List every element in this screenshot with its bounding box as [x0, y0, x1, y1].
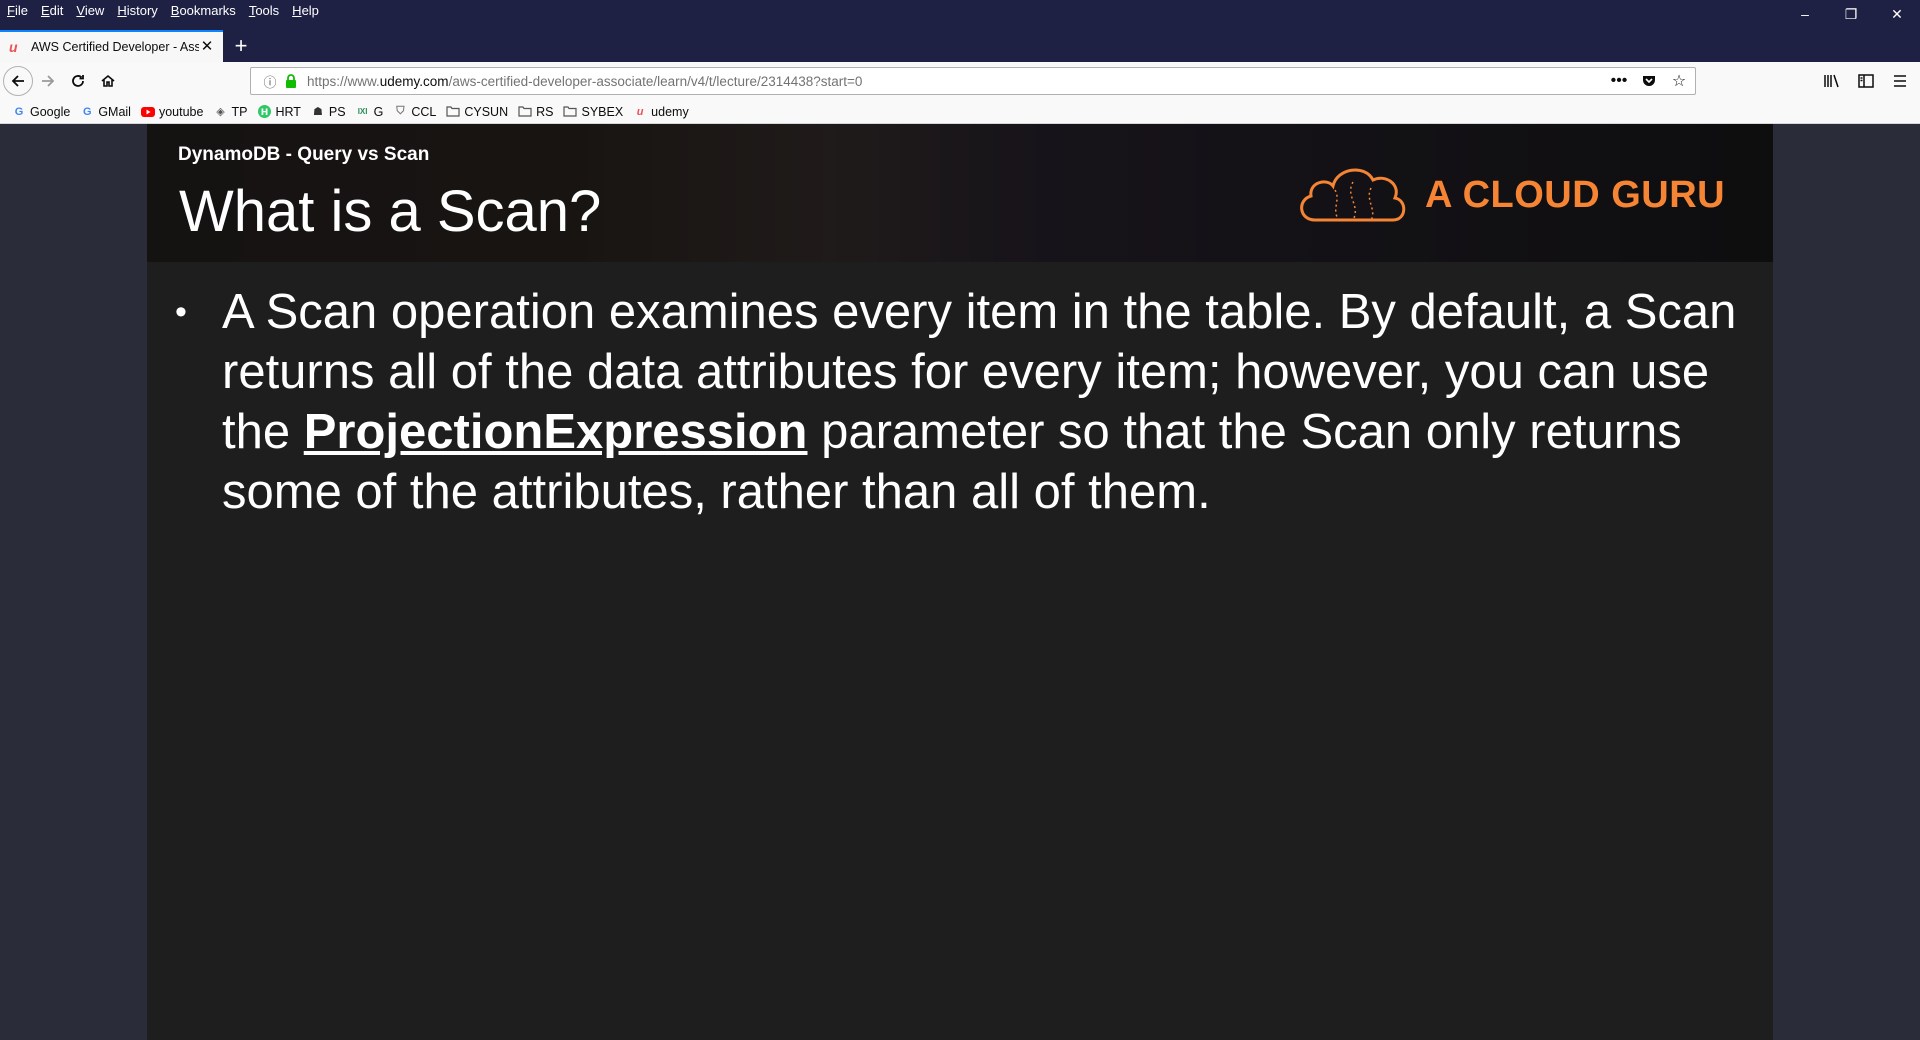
- acloudguru-logo: A CLOUD GURU: [1295, 160, 1735, 230]
- menu-help[interactable]: Help: [285, 0, 325, 22]
- tab-strip: u AWS Certified Developer - Asso ✕ +: [0, 22, 1920, 62]
- reload-icon: [72, 75, 84, 87]
- bullet-dot-icon: •: [175, 293, 187, 331]
- menu-bar: File Edit View History Bookmarks Tools H…: [0, 0, 1920, 22]
- pocket-icon[interactable]: [1639, 71, 1659, 91]
- ccl-icon: ⛉: [396, 105, 405, 117]
- udemy-icon: u: [9, 39, 18, 55]
- menu-edit[interactable]: Edit: [34, 0, 69, 22]
- sidebar-icon[interactable]: [1852, 67, 1880, 95]
- bookmark-sybex[interactable]: SYBEX: [563, 105, 623, 119]
- bookmark-label: PS: [328, 104, 346, 119]
- svg-text:H: H: [261, 108, 269, 118]
- menu-history[interactable]: History: [110, 0, 163, 22]
- forward-button[interactable]: [33, 66, 63, 96]
- nav-bar: ⓘ https://www.udemy.com/aws-certified-de…: [0, 62, 1920, 100]
- bookmark-cysun[interactable]: CYSUN: [446, 105, 508, 119]
- bookmark-g[interactable]: IXI G: [356, 105, 384, 119]
- tab-title: AWS Certified Developer - Asso: [31, 40, 199, 54]
- bookmark-ccl[interactable]: ⛉ CCL: [393, 105, 436, 119]
- arrow-left-icon: [11, 75, 24, 87]
- bookmarks-bar: G Google G GMail youtube ◈ TP H HRT ☗ PS IXI G…: [0, 100, 1920, 124]
- bookmark-label: TP: [231, 104, 248, 119]
- bookmark-label: CYSUN: [464, 104, 509, 119]
- ps-icon: ☗: [312, 106, 323, 118]
- toolbar-right: [1818, 66, 1914, 96]
- cloud-logo-icon: [1300, 168, 1406, 222]
- lock-icon[interactable]: [283, 74, 299, 88]
- bookmark-label: SYBEX: [581, 104, 624, 119]
- bookmark-tp[interactable]: ◈ TP: [213, 105, 247, 119]
- tp-icon: ◈: [216, 106, 225, 118]
- home-button[interactable]: [93, 66, 123, 96]
- udemy-icon: u: [636, 105, 644, 118]
- slide-subtitle: DynamoDB - Query vs Scan: [178, 144, 430, 165]
- bullet-list: • A Scan operation examines every item i…: [167, 282, 1747, 522]
- url-prefix: https://www.: [307, 73, 380, 89]
- page-actions-icon[interactable]: •••: [1609, 71, 1629, 91]
- star-icon[interactable]: ☆: [1669, 71, 1689, 91]
- back-button[interactable]: [3, 66, 33, 96]
- video-slide[interactable]: DynamoDB - Query vs Scan What is a Scan?…: [147, 124, 1773, 1040]
- url-domain: udemy.com: [379, 73, 449, 89]
- hackerrank-icon: H: [257, 105, 271, 119]
- bullet-text-bold: ProjectionExpression: [303, 405, 808, 459]
- folder-icon: [446, 105, 460, 119]
- reload-button[interactable]: [63, 66, 93, 96]
- url-path: /aws-certified-developer-associate/learn…: [448, 73, 863, 89]
- bookmark-rs[interactable]: RS: [518, 105, 553, 119]
- menu-tools[interactable]: Tools: [242, 0, 285, 22]
- bookmark-label: HRT: [275, 104, 301, 119]
- menu-bookmarks[interactable]: Bookmarks: [164, 0, 242, 22]
- bookmark-label: CCL: [411, 104, 437, 119]
- home-icon: [101, 74, 115, 87]
- youtube-icon: [140, 105, 155, 119]
- g-icon: IXI: [357, 107, 368, 116]
- menu-file[interactable]: File: [0, 0, 34, 22]
- menu-view[interactable]: View: [69, 0, 110, 22]
- arrow-right-icon: [42, 75, 55, 87]
- bookmark-udemy[interactable]: u udemy: [633, 105, 689, 119]
- bookmark-hrt[interactable]: H HRT: [257, 104, 301, 119]
- hamburger-menu-icon[interactable]: [1886, 67, 1914, 95]
- slide-header: DynamoDB - Query vs Scan What is a Scan?…: [147, 124, 1773, 262]
- new-tab-button[interactable]: +: [226, 30, 256, 62]
- url-text[interactable]: https://www.udemy.com/aws-certified-deve…: [307, 74, 862, 89]
- page-content: DynamoDB - Query vs Scan What is a Scan?…: [0, 124, 1920, 1040]
- bookmark-youtube[interactable]: youtube: [140, 104, 204, 119]
- bookmark-gmail[interactable]: G GMail: [80, 105, 131, 119]
- url-actions: ••• ☆: [1609, 68, 1689, 94]
- bookmark-label: udemy: [651, 104, 689, 119]
- bookmark-label: Google: [30, 104, 71, 119]
- bullet-item: • A Scan operation examines every item i…: [167, 282, 1747, 522]
- bookmark-label: GMail: [98, 104, 131, 119]
- close-tab-icon[interactable]: ✕: [199, 39, 215, 55]
- library-icon[interactable]: [1818, 67, 1846, 95]
- folder-icon: [518, 105, 532, 119]
- bookmark-ps[interactable]: ☗ PS: [311, 105, 346, 119]
- bookmark-label: youtube: [158, 104, 204, 119]
- slide-title: What is a Scan?: [179, 179, 602, 244]
- bookmark-google[interactable]: G Google: [12, 104, 71, 119]
- folder-icon: [563, 105, 578, 119]
- tab-active[interactable]: u AWS Certified Developer - Asso ✕: [0, 30, 223, 62]
- google-icon: G: [83, 105, 92, 118]
- google-icon: G: [14, 105, 24, 118]
- bookmark-label: G: [373, 104, 384, 119]
- bookmark-label: RS: [536, 104, 554, 119]
- logo-text: A CLOUD GURU: [1425, 173, 1726, 216]
- url-bar[interactable]: ⓘ https://www.udemy.com/aws-certified-de…: [250, 67, 1696, 95]
- info-icon[interactable]: ⓘ: [259, 72, 281, 91]
